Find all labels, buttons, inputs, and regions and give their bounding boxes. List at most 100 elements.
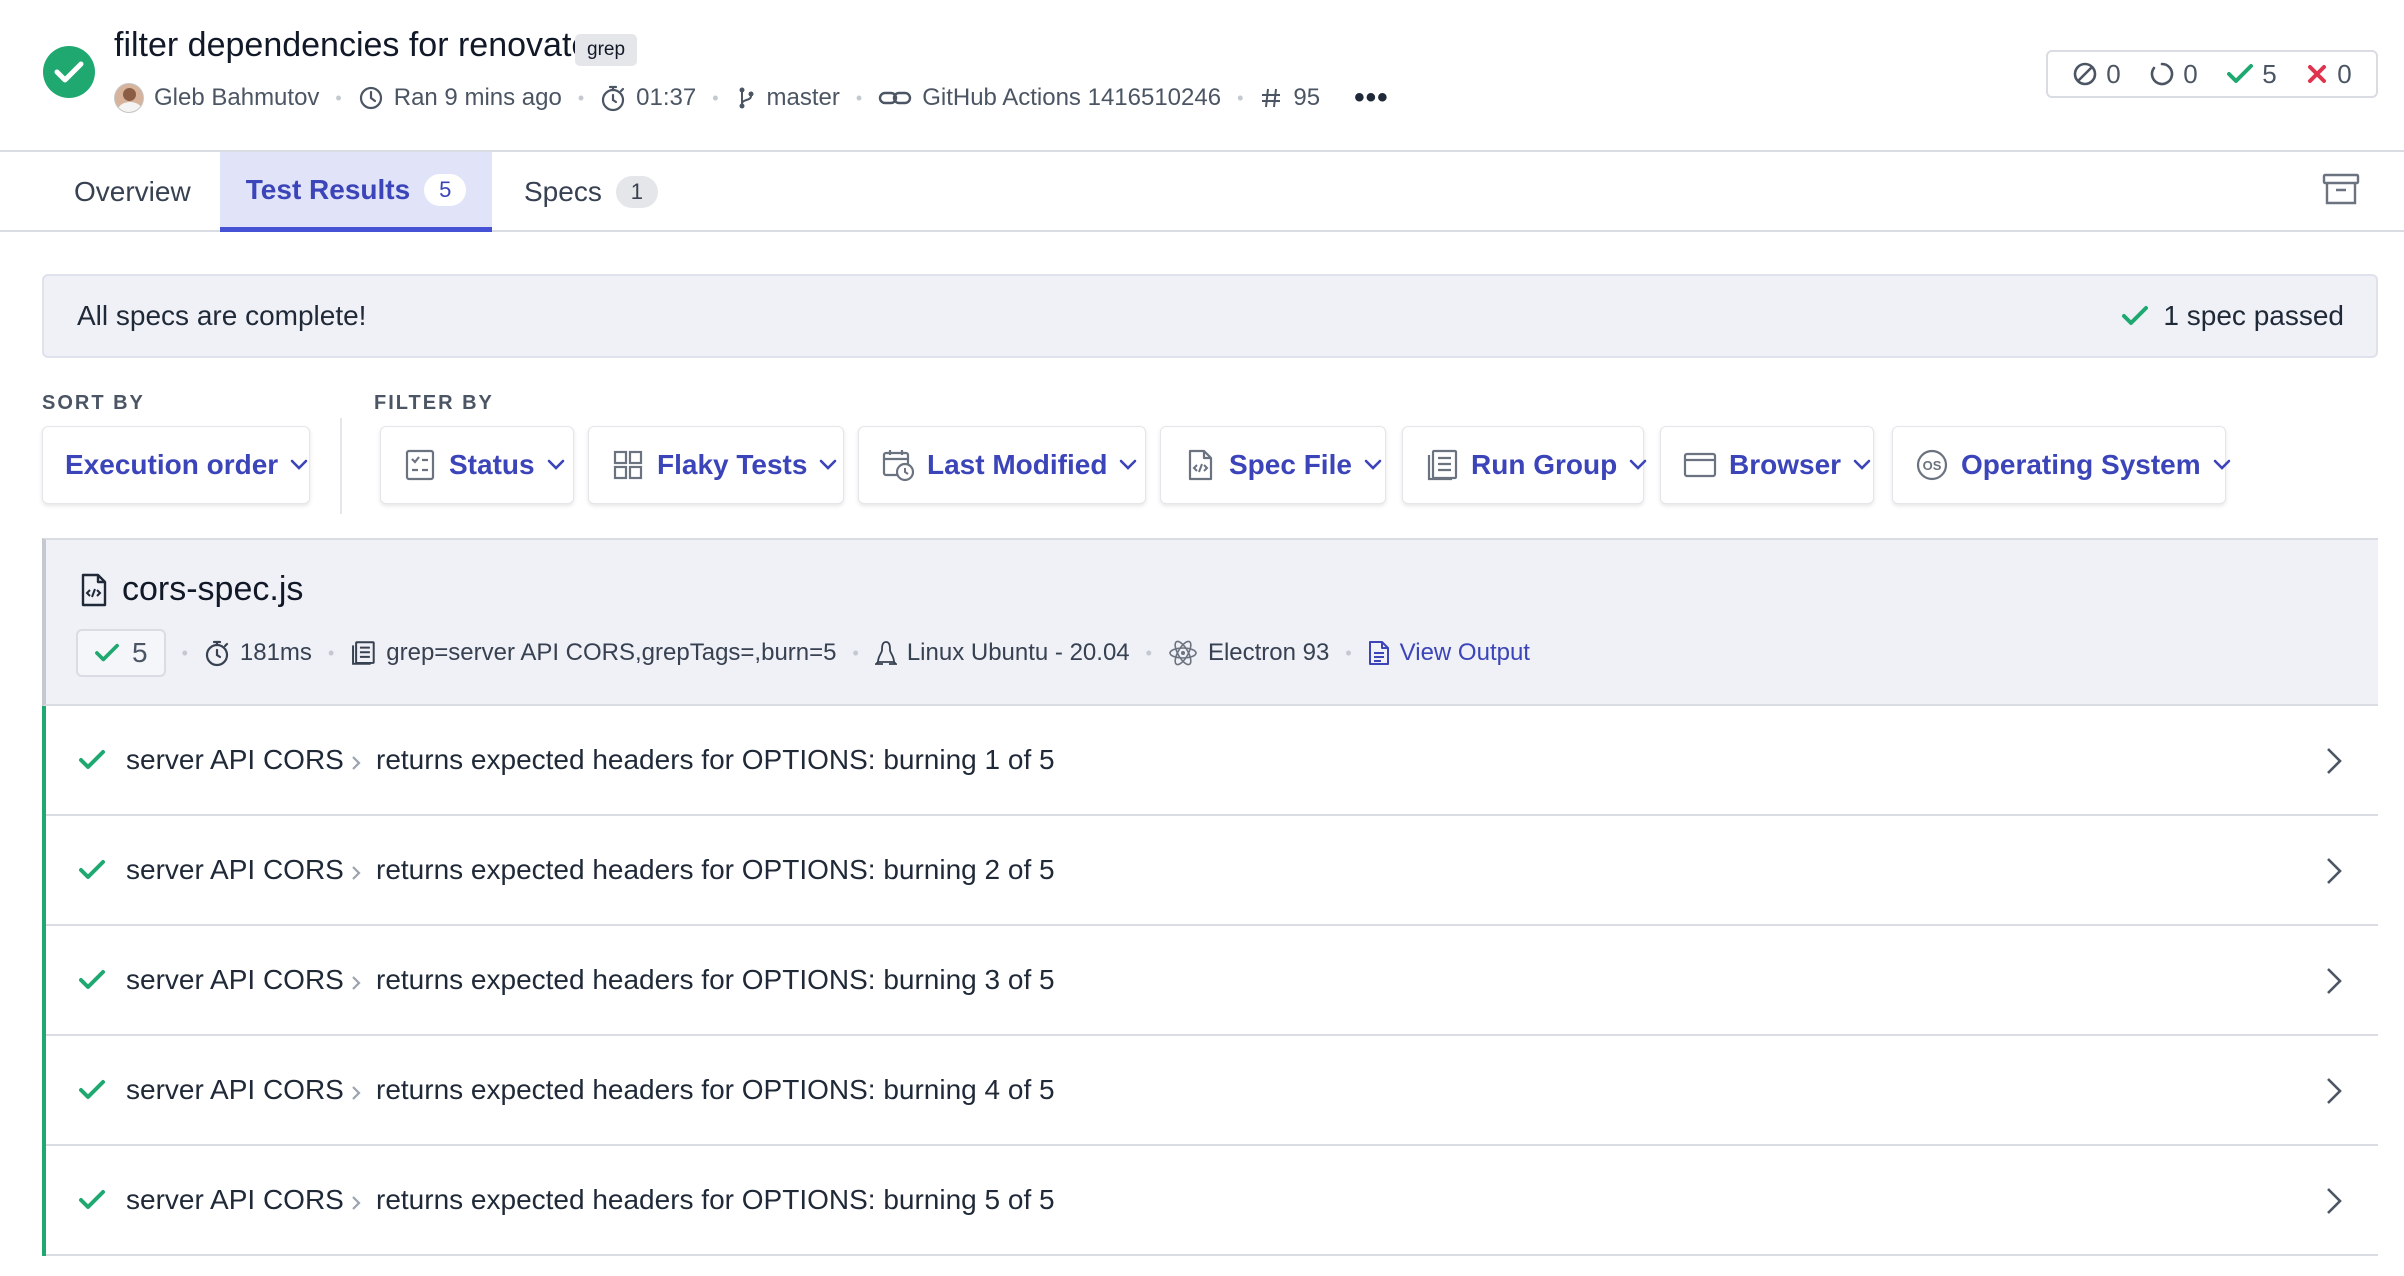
check-icon xyxy=(2227,64,2254,83)
separator-dot: • xyxy=(327,642,335,663)
stopwatch-icon xyxy=(205,640,228,667)
tab-badge: 5 xyxy=(424,173,467,206)
hash-icon xyxy=(1262,88,1281,108)
code-file-icon xyxy=(81,573,107,606)
chevron-down-icon xyxy=(547,459,564,470)
pending-icon xyxy=(2151,62,2174,86)
check-icon xyxy=(2122,306,2149,325)
run-branch[interactable]: master xyxy=(735,84,840,112)
test-suite: server API CORS xyxy=(126,1074,344,1105)
avatar xyxy=(114,83,144,113)
test-suite: server API CORS xyxy=(126,964,344,995)
view-output-link[interactable]: View Output xyxy=(1368,639,1530,667)
chevron-down-icon xyxy=(2213,459,2230,470)
branch-name: master xyxy=(766,84,840,111)
chevron-right-icon xyxy=(352,1086,361,1100)
banner-message: All specs are complete! xyxy=(77,300,367,331)
run-time: Ran 9 mins ago xyxy=(358,84,562,112)
filter-status[interactable]: Status xyxy=(380,426,574,504)
completion-banner: All specs are complete! 1 spec passed xyxy=(42,274,2378,358)
filter-last-modified[interactable]: Last Modified xyxy=(858,426,1146,504)
more-options-icon[interactable]: ••• xyxy=(1354,81,1389,115)
git-branch-icon xyxy=(739,87,754,109)
separator-dot: • xyxy=(335,87,342,108)
count-passed: 5 xyxy=(2226,59,2277,90)
sort-dropdown[interactable]: Execution order xyxy=(42,426,310,504)
electron-icon xyxy=(1169,640,1197,666)
run-group-icon xyxy=(1427,449,1458,481)
chevron-right-icon xyxy=(352,756,361,770)
run-duration: 01:37 xyxy=(600,84,696,112)
test-row[interactable]: server API CORS returns expected headers… xyxy=(46,1146,2378,1256)
run-header: filter dependencies for renovate grep Gl… xyxy=(0,0,2404,152)
spec-meta: 5 • 181ms • grep=server API CORS,grepTag… xyxy=(76,628,1530,678)
test-row[interactable]: server API CORS returns expected headers… xyxy=(46,706,2378,816)
status-checklist-icon xyxy=(405,449,435,481)
filter-flaky-tests[interactable]: Flaky Tests xyxy=(588,426,844,504)
count-pending: 0 xyxy=(2149,59,2198,90)
run-ci[interactable]: GitHub Actions 1416510246 xyxy=(878,84,1221,112)
chevron-right-icon xyxy=(352,976,361,990)
test-suite: server API CORS xyxy=(126,744,344,775)
os-icon: OS xyxy=(1916,449,1948,481)
run-passed-icon xyxy=(43,46,95,98)
test-title: returns expected headers for OPTIONS: bu… xyxy=(376,964,1055,995)
spec-browser: Electron 93 xyxy=(1168,638,1329,668)
run-author: Gleb Bahmutov xyxy=(114,83,319,113)
filter-label: FILTER BY xyxy=(374,392,494,414)
count-failed: 0 xyxy=(2305,59,2352,90)
chevron-right-icon[interactable] xyxy=(2324,1186,2344,1216)
filter-operating-system[interactable]: OS Operating System xyxy=(1892,426,2230,504)
run-tag[interactable]: grep xyxy=(575,34,638,66)
spec-os: Linux Ubuntu - 20.04 xyxy=(874,639,1130,667)
tab-overview[interactable]: Overview xyxy=(74,152,191,232)
document-icon xyxy=(1368,641,1389,665)
tab-badge: 1 xyxy=(615,176,658,208)
skipped-icon xyxy=(2073,62,2097,86)
run-title: filter dependencies for renovate xyxy=(114,26,591,64)
tab-specs[interactable]: Specs 1 xyxy=(524,152,658,232)
test-title: returns expected headers for OPTIONS: bu… xyxy=(376,1074,1055,1105)
spec-group: grep=server API CORS,grepTags=,burn=5 xyxy=(350,639,837,667)
test-suite: server API CORS xyxy=(126,1184,344,1215)
flaky-grid-icon xyxy=(613,450,643,480)
chevron-right-icon[interactable] xyxy=(2324,1076,2344,1106)
check-icon xyxy=(79,970,105,989)
archive-icon[interactable] xyxy=(2322,172,2360,206)
chevron-right-icon[interactable] xyxy=(2324,746,2344,776)
ci-name: GitHub Actions 1416510246 xyxy=(922,84,1222,111)
x-icon xyxy=(2308,65,2327,83)
browser-window-icon xyxy=(1683,452,1717,478)
separator-dot: • xyxy=(1345,642,1352,663)
filter-spec-file[interactable]: Spec File xyxy=(1160,426,1386,504)
chevron-right-icon xyxy=(352,866,361,880)
chevron-right-icon xyxy=(352,1196,361,1210)
check-icon xyxy=(95,643,119,662)
test-row[interactable]: server API CORS returns expected headers… xyxy=(46,816,2378,926)
test-row[interactable]: server API CORS returns expected headers… xyxy=(46,926,2378,1036)
divider xyxy=(340,418,342,514)
chevron-right-icon[interactable] xyxy=(2324,856,2344,886)
calendar-clock-icon xyxy=(882,450,915,482)
sort-label: SORT BY xyxy=(42,392,145,414)
spec-header[interactable]: cors-spec.js 5 • 181ms • grep=server API… xyxy=(42,538,2378,706)
chevron-right-icon[interactable] xyxy=(2324,966,2344,996)
spec-name-row: cors-spec.js xyxy=(80,570,303,609)
run-tabs: Overview Test Results 5 Specs 1 xyxy=(0,152,2404,232)
svg-text:OS: OS xyxy=(1923,458,1942,473)
check-icon xyxy=(79,1080,105,1099)
check-icon xyxy=(79,860,105,879)
test-row[interactable]: server API CORS returns expected headers… xyxy=(46,1036,2378,1146)
separator-dot: • xyxy=(1237,87,1244,108)
chevron-down-icon xyxy=(1120,459,1137,470)
chevron-down-icon xyxy=(1629,459,1647,470)
filter-browser[interactable]: Browser xyxy=(1660,426,1874,504)
tab-test-results[interactable]: Test Results 5 xyxy=(220,152,492,232)
test-title: returns expected headers for OPTIONS: bu… xyxy=(376,1184,1055,1215)
run-number-value: 95 xyxy=(1293,84,1321,111)
chevron-down-icon xyxy=(820,459,837,470)
separator-dot: • xyxy=(181,642,188,663)
spec-duration: 181ms xyxy=(204,639,312,667)
run-counts: 0 0 5 0 xyxy=(2046,50,2378,98)
filter-run-group[interactable]: Run Group xyxy=(1402,426,1647,504)
